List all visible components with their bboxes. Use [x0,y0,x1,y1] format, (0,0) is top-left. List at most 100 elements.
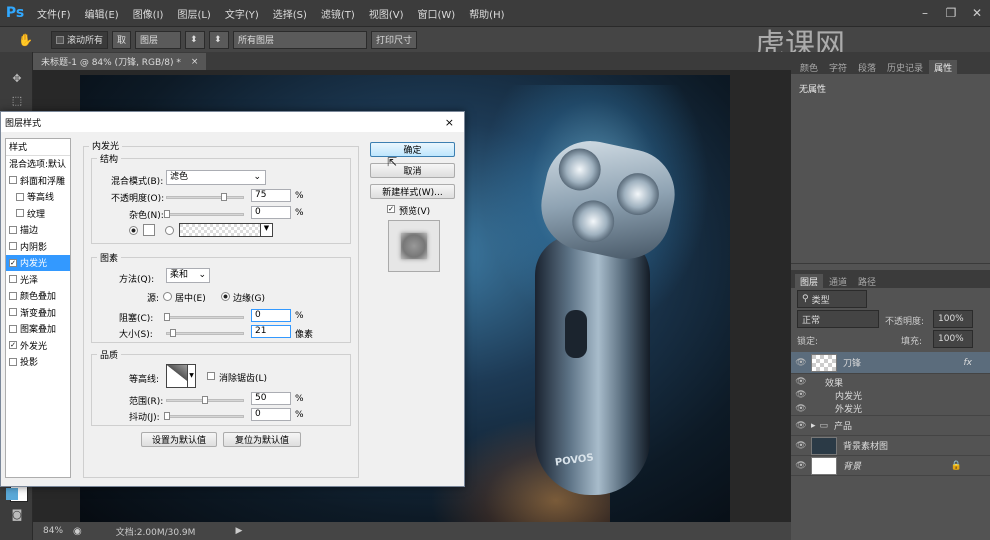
noise-slider-knob[interactable] [164,210,170,218]
hand-tool-icon[interactable]: ✋ [18,33,33,47]
all-layers-dropdown[interactable]: 所有图层 [232,30,367,49]
menu-select[interactable]: 选择(S) [266,6,314,21]
choke-slider[interactable] [164,313,244,321]
gradient-picker[interactable]: ▼ [179,223,273,237]
zoom-stepper[interactable]: ⬍ [184,30,205,49]
visibility-eye-icon[interactable]: 👁 [791,390,811,400]
minimize-icon[interactable]: – [912,0,938,26]
layer-row-background[interactable]: 👁 背景 🔒 [791,456,990,476]
checkbox[interactable] [9,308,17,317]
size-slider[interactable] [166,329,244,337]
style-item-color-overlay[interactable]: 颜色叠加 [6,288,70,305]
visibility-eye-icon[interactable]: 👁 [791,461,811,471]
close-window-icon[interactable]: ✕ [964,0,990,26]
checkbox-checked[interactable]: ✓ [9,341,17,350]
status-arrow-icon[interactable]: ▶ [235,526,242,536]
scroll-all-checkbox[interactable]: 滚动所有 [50,30,108,49]
jitter-slider[interactable] [164,412,244,420]
blend-mode-dropdown[interactable]: 正常 [797,310,879,328]
visibility-eye-icon[interactable]: 👁 [791,358,811,368]
tab-properties[interactable]: 属性 [929,60,958,74]
style-item-gradient-overlay[interactable]: 渐变叠加 [6,304,70,321]
inner-glow-effect-row[interactable]: 👁 内发光 [791,388,990,402]
method-select[interactable]: 柔和 ⌄ [166,268,210,283]
layer-select-dropdown[interactable]: 取 [111,30,131,49]
tab-history[interactable]: 历史记录 [882,60,928,74]
background-color-swatch[interactable] [6,488,18,500]
contour-picker[interactable]: ▼ [166,364,196,388]
antialias-checkbox[interactable] [207,372,215,380]
fill-input[interactable]: 100% [933,330,973,348]
close-tab-icon[interactable]: × [191,57,199,67]
blend-options-item[interactable]: 混合选项:默认 [6,156,70,173]
size-slider-knob[interactable] [170,329,177,337]
marquee-tool-icon[interactable]: ⬚ [7,94,27,110]
tab-layers[interactable]: 图层 [795,274,824,288]
style-item-satin[interactable]: 光泽 [6,271,70,288]
ok-button[interactable]: 确定 [370,142,455,157]
style-item-pattern-overlay[interactable]: 图案叠加 [6,321,70,338]
style-item-drop-shadow[interactable]: 投影 [6,354,70,371]
layer-row-daofeng[interactable]: 👁 刀锋 fx [791,352,990,374]
checkbox-checked[interactable]: ✓ [9,258,17,267]
checkbox[interactable] [9,357,17,366]
jitter-slider-knob[interactable] [164,412,170,420]
outer-glow-effect-row[interactable]: 👁 外发光 [791,402,990,416]
menu-help[interactable]: 帮助(H) [462,6,511,21]
jitter-input[interactable]: 0 [251,408,291,421]
menu-view[interactable]: 视图(V) [362,6,411,21]
color-radio[interactable] [129,226,138,235]
opacity-input[interactable]: 75 [251,189,291,202]
tab-paragraph[interactable]: 段落 [853,60,881,74]
checkbox[interactable] [9,275,17,284]
size-input[interactable]: 21 [251,325,291,338]
style-item-contour[interactable]: 等高线 [6,189,70,206]
style-item-inner-shadow[interactable]: 内阴影 [6,238,70,255]
menu-type[interactable]: 文字(Y) [218,6,266,21]
layer-filter-dropdown[interactable]: ⚲ 类型 [797,290,867,308]
choke-slider-knob[interactable] [164,313,170,321]
tab-color[interactable]: 颜色 [795,60,823,74]
menu-filter[interactable]: 滤镜(T) [314,6,362,21]
document-tab[interactable]: 未标题-1 @ 84% (刀锋, RGB/8) * × [33,53,207,70]
layer-row-background-material[interactable]: 👁 背景素材图 [791,436,990,456]
style-item-outer-glow[interactable]: ✓ 外发光 [6,337,70,354]
range-slider-knob[interactable] [202,396,208,404]
gradient-radio[interactable] [165,226,174,235]
style-item-texture[interactable]: 纹理 [6,205,70,222]
noise-input[interactable]: 0 [251,206,291,219]
dialog-close-icon[interactable]: × [445,116,454,129]
opacity-input[interactable]: 100% [933,310,973,328]
fx-icon[interactable]: fx [964,358,973,368]
tab-character[interactable]: 字符 [824,60,852,74]
opacity-slider-knob[interactable] [221,193,227,201]
noise-slider[interactable] [164,210,244,218]
restore-icon[interactable]: ❐ [938,0,964,26]
choke-input[interactable]: 0 [251,309,291,322]
checkbox[interactable] [16,192,24,201]
reset-default-button[interactable]: 复位为默认值 [223,432,301,447]
menu-layer[interactable]: 图层(L) [170,6,217,21]
quick-mask-icon[interactable]: ◙ [7,508,27,524]
styles-header[interactable]: 样式 [6,139,70,156]
checkbox[interactable] [9,324,17,333]
new-style-button[interactable]: 新建样式(W)... [370,184,455,199]
style-item-bevel[interactable]: 斜面和浮雕 [6,172,70,189]
preview-checkbox[interactable]: ✓ [387,205,395,213]
checkbox[interactable] [9,242,17,251]
checkbox[interactable] [9,291,17,300]
menu-image[interactable]: 图像(I) [126,6,171,21]
source-edge-radio[interactable] [221,292,230,301]
range-input[interactable]: 50 [251,392,291,405]
checkbox[interactable] [9,176,17,185]
glow-color-swatch[interactable] [143,224,155,236]
blend-mode-select[interactable]: 滤色 ⌄ [166,170,266,185]
opacity-slider[interactable] [166,193,244,201]
style-item-stroke[interactable]: 描边 [6,222,70,239]
style-item-inner-glow[interactable]: ✓ 内发光 [6,254,70,271]
menu-file[interactable]: 文件(F) [30,6,78,21]
fit-dropdown[interactable]: ⬍ [208,30,229,49]
menu-window[interactable]: 窗口(W) [410,6,462,21]
layer-row-product-group[interactable]: 👁 ▸ ▭ 产品 [791,416,990,436]
visibility-eye-icon[interactable]: 👁 [791,404,811,414]
